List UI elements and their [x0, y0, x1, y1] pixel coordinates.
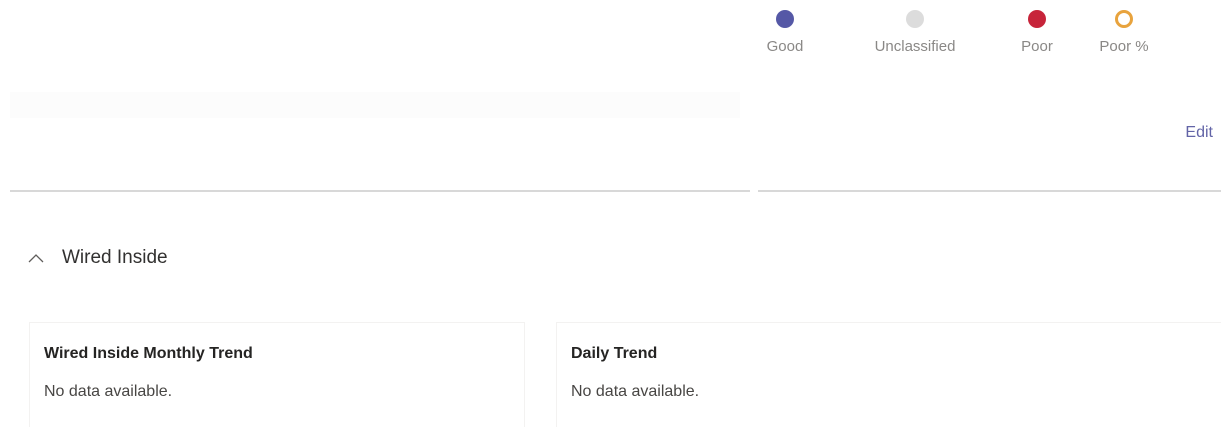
- empty-state-message: No data available.: [571, 383, 700, 400]
- chart-legend: Good Unclassified Poor Poor %: [758, 10, 1158, 55]
- card-monthly-trend: Wired Inside Monthly Trend No data avail…: [29, 322, 525, 427]
- legend-dot-unclassified: [906, 10, 924, 28]
- legend-label-good: Good: [766, 38, 804, 55]
- card-daily-trend: Daily Trend No data available.: [556, 322, 1221, 427]
- card-title: Wired Inside Monthly Trend: [44, 345, 253, 362]
- header-strip: [10, 92, 740, 118]
- legend-ring-poor-percent: [1115, 10, 1133, 28]
- chevron-up-icon: [28, 250, 44, 266]
- legend-item-good: Good: [758, 10, 812, 55]
- divider-left: [10, 190, 750, 192]
- card-title: Daily Trend: [571, 345, 658, 362]
- legend-dot-good: [776, 10, 794, 28]
- empty-state-message: No data available.: [44, 383, 173, 400]
- legend-item-unclassified: Unclassified: [856, 10, 974, 55]
- legend-dot-poor: [1028, 10, 1046, 28]
- legend-label-poor: Poor: [1021, 38, 1053, 55]
- section-toggle-wired-inside[interactable]: Wired Inside: [28, 247, 168, 269]
- dashboard-page: Good Unclassified Poor Poor % Edit Wired…: [0, 0, 1221, 427]
- legend-item-poor-percent: Poor %: [1090, 10, 1158, 55]
- legend-label-poor-percent: Poor %: [1099, 38, 1149, 55]
- divider-right: [758, 190, 1221, 192]
- section-title: Wired Inside: [62, 247, 168, 268]
- legend-label-unclassified: Unclassified: [874, 38, 956, 55]
- legend-item-poor: Poor: [1014, 10, 1060, 55]
- edit-link[interactable]: Edit: [1185, 124, 1213, 142]
